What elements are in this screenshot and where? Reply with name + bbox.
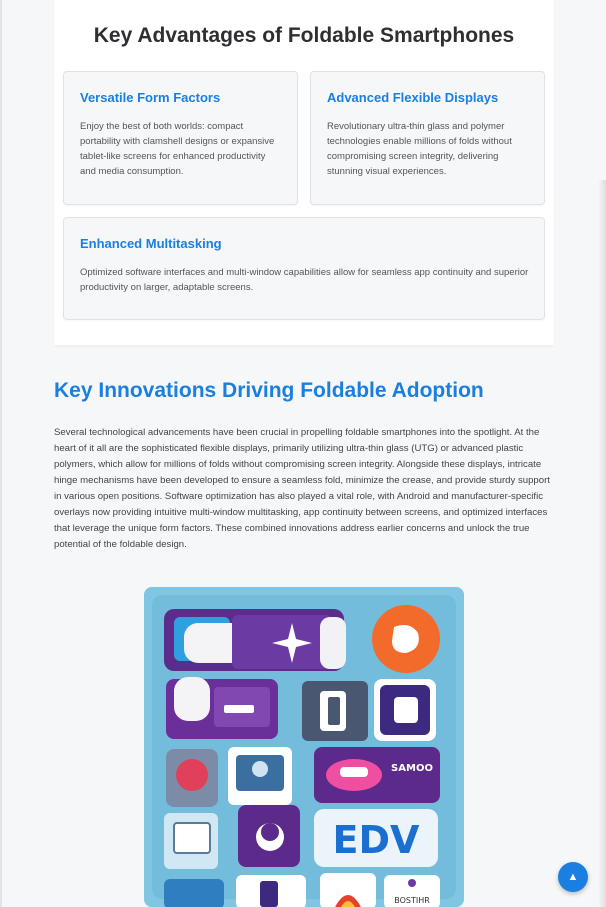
arrow-up-icon: ▲ — [567, 871, 579, 883]
feature-text: Revolutionary ultra-thin glass and polym… — [327, 121, 512, 177]
advantages-title: Key Advantages of Foldable Smartphones — [93, 24, 515, 47]
illustration-graphic: SAMOO EDV BOSTIHR — [144, 587, 464, 907]
innovations-paragraph: Several technological advancements have … — [54, 427, 550, 550]
advantages-section: Key Advantages of Foldable Smartphones V… — [54, 0, 554, 345]
tile-text-bostihr: BOSTIHR — [394, 896, 430, 905]
feature-heading: Versatile Form Factors — [80, 90, 221, 105]
feature-card-multitasking: Enhanced Multitasking Optimized software… — [63, 217, 545, 320]
feature-card-versatile: Versatile Form Factors Enjoy the best of… — [63, 71, 298, 205]
tile-text-edv: EDV — [333, 818, 421, 862]
feature-heading: Advanced Flexible Displays — [327, 90, 499, 105]
feature-text: Enjoy the best of both worlds: compact p… — [80, 121, 275, 177]
side-panel-shadow — [598, 180, 606, 907]
scroll-to-top-button[interactable]: ▲ — [558, 862, 588, 892]
feature-heading: Enhanced Multitasking — [80, 236, 222, 251]
tile-text-samoo: SAMOO — [391, 763, 433, 774]
window-left-border — [0, 0, 2, 907]
feature-text: Optimized software interfaces and multi-… — [80, 267, 529, 293]
foldable-apps-illustration: SAMOO EDV BOSTIHR — [144, 587, 464, 907]
innovations-title: Key Innovations Driving Foldable Adoptio… — [54, 379, 484, 402]
feature-card-displays: Advanced Flexible Displays Revolutionary… — [310, 71, 545, 205]
